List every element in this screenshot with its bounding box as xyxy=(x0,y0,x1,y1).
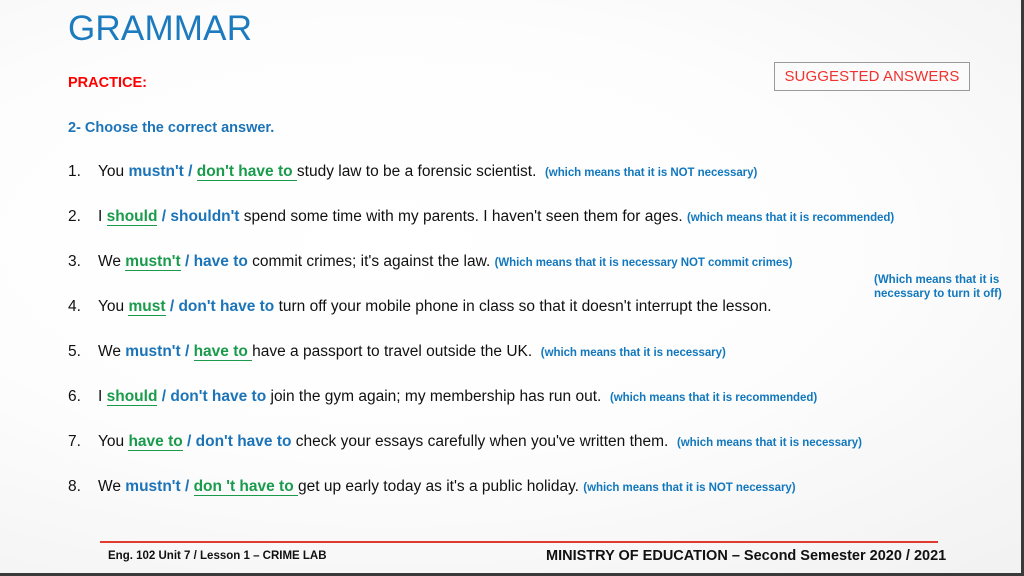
question-pre-text: I xyxy=(98,388,107,405)
option-a[interactable]: have to xyxy=(128,433,183,451)
instruction-text: 2- Choose the correct answer. xyxy=(68,120,275,136)
footer-divider xyxy=(100,541,938,544)
question-row-5: 5. We mustn't / have to have a passport t… xyxy=(68,342,1008,387)
question-row-8: 8. We mustn't / don 't have to get up ear… xyxy=(68,477,1008,522)
question-number: 4. xyxy=(68,298,81,315)
practice-label: PRACTICE: xyxy=(68,75,147,91)
question-pre-text: You xyxy=(98,433,129,450)
question-number: 6. xyxy=(68,388,81,405)
question-post-text: have a passport to travel outside the UK… xyxy=(252,343,533,360)
option-separator: / xyxy=(180,343,194,360)
question-pre-text: We xyxy=(98,343,126,360)
question-row-7: 7. You have to / don't have to check your… xyxy=(68,432,1008,477)
explanation-note: (Which means that it is necessary to tur… xyxy=(874,274,1002,300)
option-separator: / xyxy=(180,478,194,495)
option-a[interactable]: should xyxy=(106,388,158,406)
question-number: 1. xyxy=(68,163,81,180)
option-separator: / xyxy=(182,433,196,450)
question-number: 2. xyxy=(68,208,81,225)
question-post-text: spend some time with my parents. I haven… xyxy=(239,208,683,225)
question-pre-text: You xyxy=(98,298,129,315)
option-b[interactable]: don't have to xyxy=(196,433,292,450)
question-post-text: turn off your mobile phone in class so t… xyxy=(274,298,772,315)
question-pre-text: We xyxy=(98,253,126,270)
option-a[interactable]: mustn't xyxy=(125,253,181,271)
option-b[interactable]: don't have to xyxy=(170,388,266,405)
explanation-note: (Which means that it is necessary NOT co… xyxy=(494,257,793,269)
option-a[interactable]: mustn't xyxy=(125,478,180,495)
explanation-note: (which means that it is NOT necessary) xyxy=(545,167,758,179)
option-separator: / xyxy=(180,253,194,270)
question-pre-text: You xyxy=(98,163,129,180)
question-list: 1. You mustn't / don't have to study law … xyxy=(68,162,1008,522)
question-row-4: 4. You must / don't have to turn off your… xyxy=(68,274,1008,342)
explanation-note: (which means that it is necessary) xyxy=(676,437,862,449)
question-row-3: 3. We mustn't / have to commit crimes; it… xyxy=(68,252,1008,297)
question-post-text: get up early today as it's a public holi… xyxy=(298,478,579,495)
suggested-answers-button[interactable]: SUGGESTED ANSWERS xyxy=(774,62,970,91)
question-post-text: study law to be a forensic scientist. xyxy=(296,163,537,180)
option-b[interactable]: have to xyxy=(193,343,253,361)
explanation-note: (which means that it is recommended) xyxy=(687,212,895,224)
question-number: 8. xyxy=(68,478,81,495)
question-number: 3. xyxy=(68,253,81,270)
option-a[interactable]: mustn't xyxy=(128,163,183,180)
question-row-1: 1. You mustn't / don't have to study law … xyxy=(68,162,1008,207)
option-a[interactable]: mustn't xyxy=(125,343,180,360)
explanation-note: (which means that it is recommended) xyxy=(609,392,818,404)
option-separator: / xyxy=(157,208,171,225)
option-b[interactable]: don't have to xyxy=(196,163,297,181)
option-separator: / xyxy=(183,163,197,180)
slide-canvas: GRAMMAR PRACTICE: SUGGESTED ANSWERS 2- C… xyxy=(0,0,1024,576)
option-b[interactable]: have to xyxy=(194,253,248,270)
option-b[interactable]: don 't have to xyxy=(193,478,298,496)
option-b[interactable]: shouldn't xyxy=(170,208,239,225)
option-separator: / xyxy=(157,388,171,405)
option-separator: / xyxy=(165,298,179,315)
question-number: 5. xyxy=(68,343,81,360)
question-pre-text: We xyxy=(98,478,126,495)
option-a[interactable]: must xyxy=(128,298,166,316)
question-post-text: join the gym again; my membership has ru… xyxy=(266,388,602,405)
explanation-note: (which means that it is necessary) xyxy=(540,347,726,359)
explanation-note: (which means that it is NOT necessary) xyxy=(583,482,796,494)
page-title: GRAMMAR xyxy=(68,9,253,48)
question-row-6: 6. I should / don't have to join the gym … xyxy=(68,387,1008,432)
option-b[interactable]: don't have to xyxy=(178,298,274,315)
suggested-answers-label: SUGGESTED ANSWERS xyxy=(784,68,960,85)
question-number: 7. xyxy=(68,433,81,450)
question-row-2: 2. I should / shouldn't spend some time w… xyxy=(68,207,1008,252)
footer-right-text: MINISTRY OF EDUCATION – Second Semester … xyxy=(546,548,947,564)
question-pre-text: I xyxy=(98,208,107,225)
question-post-text: check your essays carefully when you've … xyxy=(291,433,669,450)
option-a[interactable]: should xyxy=(106,208,158,226)
question-post-text: commit crimes; it's against the law. xyxy=(247,253,491,270)
footer-left-text: Eng. 102 Unit 7 / Lesson 1 – CRIME LAB xyxy=(108,550,327,562)
